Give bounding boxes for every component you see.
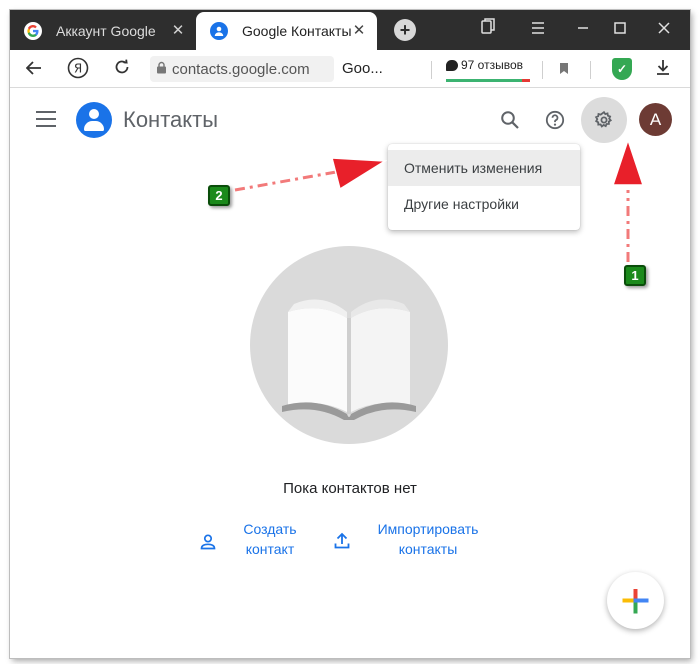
settings-menu: Отменить изменения Другие настройки	[388, 144, 580, 230]
empty-state-illustration	[250, 246, 448, 444]
help-icon[interactable]	[542, 107, 568, 133]
menu-item-more-settings[interactable]: Другие настройки	[388, 186, 580, 222]
reviews-rating-bar	[446, 79, 530, 82]
browser-window: Аккаунт Google ✕ Google Контакты ✕ + Я c…	[10, 10, 690, 658]
maximize-icon[interactable]	[608, 18, 632, 42]
yandex-logo-icon[interactable]: Я	[66, 57, 90, 81]
empty-state-text: Пока контактов нет	[283, 480, 417, 497]
close-tab-icon[interactable]: ✕	[351, 23, 367, 39]
main-menu-icon[interactable]	[36, 111, 56, 127]
tab-label: Аккаунт Google	[56, 23, 156, 39]
page-title: Goo...	[342, 60, 383, 77]
divider	[431, 61, 432, 79]
divider	[590, 61, 591, 79]
tab-google-contacts[interactable]: Google Контакты ✕	[196, 12, 377, 50]
new-tab-button[interactable]: +	[394, 19, 416, 41]
avatar[interactable]: A	[639, 103, 672, 136]
contacts-header: Контакты A	[10, 89, 690, 153]
close-tab-icon[interactable]: ✕	[170, 23, 186, 39]
plus-icon	[622, 589, 649, 614]
gear-icon[interactable]	[591, 107, 617, 133]
create-contact-button[interactable]: Создать контакт	[234, 519, 306, 559]
tabs-manager-icon[interactable]	[476, 18, 500, 42]
svg-text:Я: Я	[74, 62, 82, 76]
import-contacts-button[interactable]: Импортировать контакты	[368, 519, 488, 559]
step-badge-1: 1	[624, 265, 646, 286]
reviews-widget[interactable]: 97 отзывов	[446, 58, 523, 72]
reload-icon[interactable]	[110, 57, 134, 81]
speech-bubble-icon	[446, 59, 458, 71]
minimize-icon[interactable]	[571, 18, 595, 42]
upload-icon[interactable]	[332, 531, 352, 551]
tab-label: Google Контакты	[242, 23, 352, 39]
tab-strip: Аккаунт Google ✕ Google Контакты ✕ +	[10, 10, 690, 50]
tab-google-account[interactable]: Аккаунт Google ✕	[10, 12, 196, 50]
app-title: Контакты	[123, 107, 219, 132]
protect-shield-icon[interactable]: ✓	[612, 58, 632, 80]
back-arrow-icon[interactable]	[22, 57, 46, 81]
menu-icon[interactable]	[526, 18, 550, 42]
contacts-logo[interactable]	[76, 102, 112, 138]
url-text: contacts.google.com	[172, 60, 310, 78]
add-person-icon[interactable]	[198, 532, 218, 552]
lock-icon	[150, 61, 172, 77]
menu-item-undo-changes[interactable]: Отменить изменения	[388, 150, 580, 186]
download-icon[interactable]	[651, 57, 675, 81]
contacts-person-icon	[210, 22, 228, 40]
reviews-count: 97 отзывов	[461, 58, 524, 72]
bookmark-icon[interactable]	[552, 57, 576, 81]
google-g-icon	[24, 22, 42, 40]
open-book-icon	[282, 299, 416, 420]
create-contact-fab[interactable]	[607, 572, 664, 629]
browser-toolbar: Я contacts.google.com Goo... 97 отзывов …	[10, 50, 690, 88]
divider	[542, 61, 543, 79]
search-icon[interactable]	[497, 107, 523, 133]
close-window-icon[interactable]	[652, 18, 676, 42]
address-bar[interactable]: contacts.google.com	[150, 56, 334, 82]
step-badge-2: 2	[208, 185, 230, 206]
